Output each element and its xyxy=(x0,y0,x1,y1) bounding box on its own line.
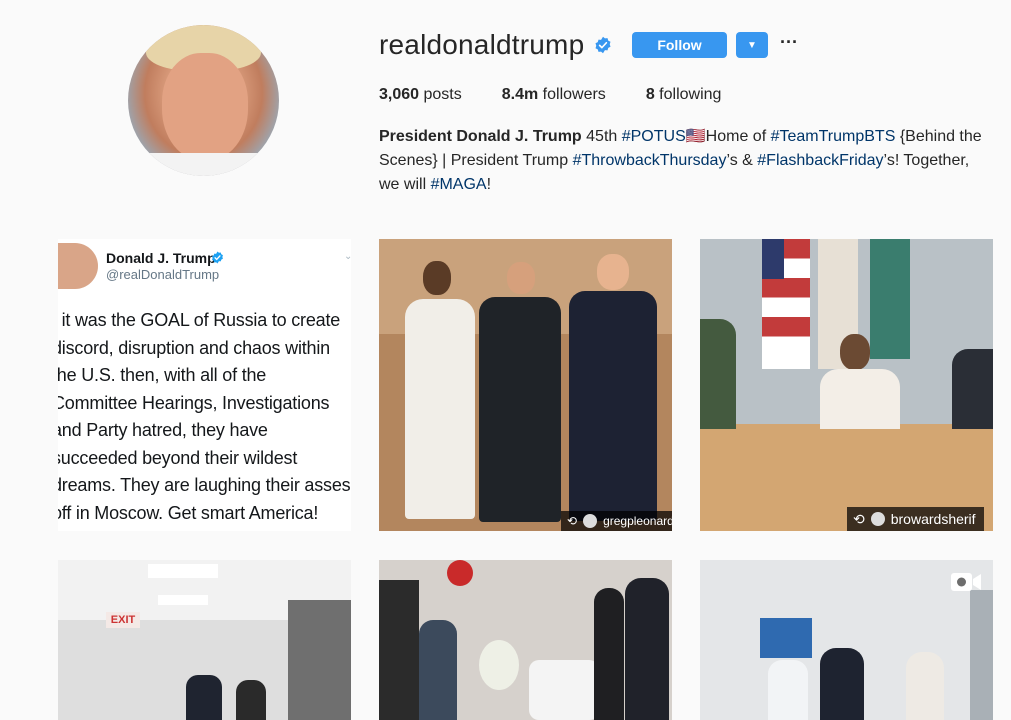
post-tile-photo[interactable] xyxy=(379,560,672,720)
tweet-avatar xyxy=(58,243,98,289)
avatar-face xyxy=(162,53,248,161)
bio-full-name: President Donald J. Trump xyxy=(379,128,582,145)
person-head xyxy=(423,261,451,295)
person-police-uniform xyxy=(479,297,561,522)
ceiling-light xyxy=(158,595,208,605)
profile-stats: 3,060 posts 8.4m followers 8 following xyxy=(379,86,761,104)
person-dark-suit xyxy=(569,291,657,521)
post-tile-photo[interactable]: ⟲ browardsherif xyxy=(700,239,993,531)
hospital-bed xyxy=(529,660,599,720)
person-child xyxy=(419,620,457,720)
repost-avatar xyxy=(583,514,598,528)
repost-username: gregpleonard xyxy=(603,514,672,528)
person-head xyxy=(507,262,535,294)
person-white-dress xyxy=(906,652,944,720)
profile-bio: President Donald J. Trump 45th #POTUS🇺🇸H… xyxy=(379,125,994,197)
bio-text: Home of xyxy=(705,128,771,145)
hashtag-link[interactable]: #MAGA xyxy=(431,176,487,193)
follow-button[interactable]: Follow xyxy=(632,32,727,58)
hashtag-link[interactable]: #ThrowbackThursday xyxy=(573,152,727,169)
following-label: following xyxy=(659,86,722,103)
tweet-chevron-icon: ⌄ xyxy=(344,251,351,262)
person-white-coat xyxy=(768,660,808,720)
bio-text: ’s & xyxy=(726,152,758,169)
hashtag-link[interactable]: #TeamTrumpBTS xyxy=(771,128,896,145)
person-suit xyxy=(594,588,624,720)
repost-username: browardsherif xyxy=(890,511,976,527)
repost-icon: ⟲ xyxy=(567,514,578,528)
tweet-text: f it was the GOAL of Russia to create di… xyxy=(58,310,351,523)
posts-stat: 3,060 posts xyxy=(379,86,462,104)
followers-count: 8.4m xyxy=(501,86,539,103)
person-white-dress xyxy=(405,299,475,519)
repost-icon: ⟲ xyxy=(853,510,865,527)
followers-label: followers xyxy=(542,86,606,103)
profile-avatar[interactable] xyxy=(128,25,279,176)
post-tile-video[interactable] xyxy=(700,560,993,720)
tweet-verified-icon xyxy=(212,251,223,264)
repost-avatar xyxy=(870,512,885,526)
person-head xyxy=(597,254,629,290)
person-dark xyxy=(379,580,419,720)
doorway xyxy=(970,590,993,720)
following-count: 8 xyxy=(645,86,655,103)
post-tile-tweet[interactable]: Donald J. Trump @realDonaldTrump ⌄ f it … xyxy=(58,239,351,531)
wall-sign xyxy=(760,618,812,658)
more-options-button[interactable]: ··· xyxy=(780,33,798,55)
person-dark xyxy=(236,680,266,720)
followers-stat[interactable]: 8.4m followers xyxy=(502,86,606,104)
person-suit xyxy=(186,675,222,720)
tweet-handle: @realDonaldTrump xyxy=(106,267,220,282)
person-dark xyxy=(625,578,669,720)
tweet-author-name: Donald J. Trump xyxy=(106,250,216,266)
caret-down-icon: ▼ xyxy=(747,39,757,51)
bio-text: ! xyxy=(486,176,492,193)
posts-label: posts xyxy=(423,86,462,103)
person-white-blouse xyxy=(820,369,900,429)
us-flag-emoji: 🇺🇸 xyxy=(685,128,706,145)
ceiling-light xyxy=(148,564,218,578)
hallway-doors xyxy=(288,600,351,720)
hashtag-link[interactable]: #FlashbackFriday xyxy=(757,152,883,169)
suggested-dropdown-button[interactable]: ▼ xyxy=(736,32,768,58)
post-tile-photo[interactable]: ⟲ gregpleonard xyxy=(379,239,672,531)
video-camera-icon xyxy=(951,573,981,591)
hashtag-link[interactable]: #POTUS xyxy=(622,128,686,145)
following-stat[interactable]: 8 following xyxy=(646,86,722,104)
avatar-shirt xyxy=(128,153,279,176)
person-head xyxy=(840,334,870,370)
exit-sign: EXIT xyxy=(106,612,140,628)
profile-username: realdonaldtrump xyxy=(379,29,585,60)
person-suit xyxy=(952,349,993,429)
posts-count: 3,060 xyxy=(379,86,420,103)
bio-text: 45th xyxy=(581,128,622,145)
repost-credit: ⟲ browardsherif xyxy=(847,507,984,531)
flower-bouquet xyxy=(479,640,519,690)
flag-canton xyxy=(762,239,784,279)
person-suit xyxy=(820,648,864,720)
verified-badge-icon xyxy=(595,36,611,54)
heart-balloon xyxy=(447,560,473,586)
post-tile-photo[interactable]: EXIT xyxy=(58,560,351,720)
repost-credit: ⟲ gregpleonard xyxy=(561,511,672,531)
county-flag xyxy=(870,239,910,359)
person-deputy xyxy=(700,319,736,429)
